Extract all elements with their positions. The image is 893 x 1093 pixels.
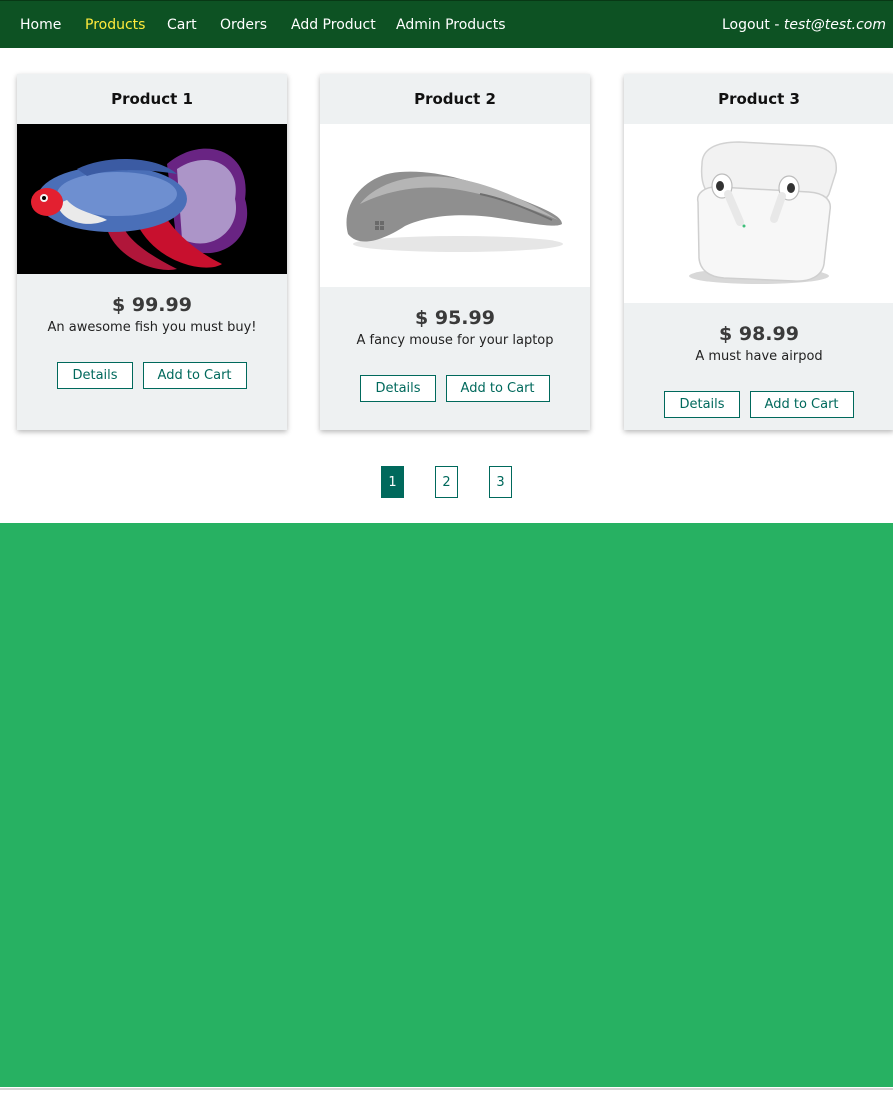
product-card: Product 2 $ 95.99 A fancy mouse for your… bbox=[320, 74, 590, 430]
add-to-cart-button[interactable]: Add to Cart bbox=[445, 375, 550, 402]
nav-admin-products-link[interactable]: Admin Products bbox=[396, 17, 506, 34]
nav-home-link[interactable]: Home bbox=[20, 17, 61, 34]
details-button[interactable]: Details bbox=[360, 375, 436, 402]
product-card: Product 3 $ 98.99 A must have airpod Det… bbox=[624, 74, 893, 430]
nav-add-product-link[interactable]: Add Product bbox=[291, 17, 376, 34]
details-button[interactable]: Details bbox=[664, 391, 740, 418]
nav-products-link[interactable]: Products bbox=[85, 17, 145, 34]
footer-band bbox=[0, 523, 893, 1087]
product-title: Product 1 bbox=[111, 90, 193, 108]
page-1-button[interactable]: 1 bbox=[381, 466, 404, 498]
product-price: $ 95.99 bbox=[415, 307, 495, 329]
product-title: Product 3 bbox=[718, 90, 800, 108]
page-2-button[interactable]: 2 bbox=[435, 466, 458, 498]
nav-cart-link[interactable]: Cart bbox=[167, 17, 197, 34]
product-card: Product 1 $ 99.99 An awesome fish you mu… bbox=[17, 74, 287, 430]
product-price: $ 98.99 bbox=[719, 323, 799, 345]
product-description: A must have airpod bbox=[695, 349, 823, 364]
add-to-cart-button[interactable]: Add to Cart bbox=[142, 362, 247, 389]
product-description: A fancy mouse for your laptop bbox=[356, 333, 554, 348]
logout-area: Logout - test@test.com bbox=[722, 17, 886, 34]
logout-link[interactable]: Logout - bbox=[722, 17, 784, 33]
navbar: Home Products Cart Orders Add Product Ad… bbox=[0, 0, 893, 48]
add-to-cart-button[interactable]: Add to Cart bbox=[749, 391, 854, 418]
page-3-button[interactable]: 3 bbox=[489, 466, 512, 498]
user-email: test@test.com bbox=[783, 17, 886, 33]
airpods-image bbox=[624, 124, 893, 303]
betta-fish-image bbox=[17, 124, 287, 274]
product-price: $ 99.99 bbox=[112, 294, 192, 316]
details-button[interactable]: Details bbox=[57, 362, 133, 389]
pagination: 1 2 3 bbox=[0, 466, 893, 498]
product-description: An awesome fish you must buy! bbox=[47, 320, 257, 335]
product-title: Product 2 bbox=[414, 90, 496, 108]
nav-orders-link[interactable]: Orders bbox=[220, 17, 267, 34]
footer-divider bbox=[0, 1088, 893, 1090]
arc-mouse-image bbox=[320, 124, 590, 287]
